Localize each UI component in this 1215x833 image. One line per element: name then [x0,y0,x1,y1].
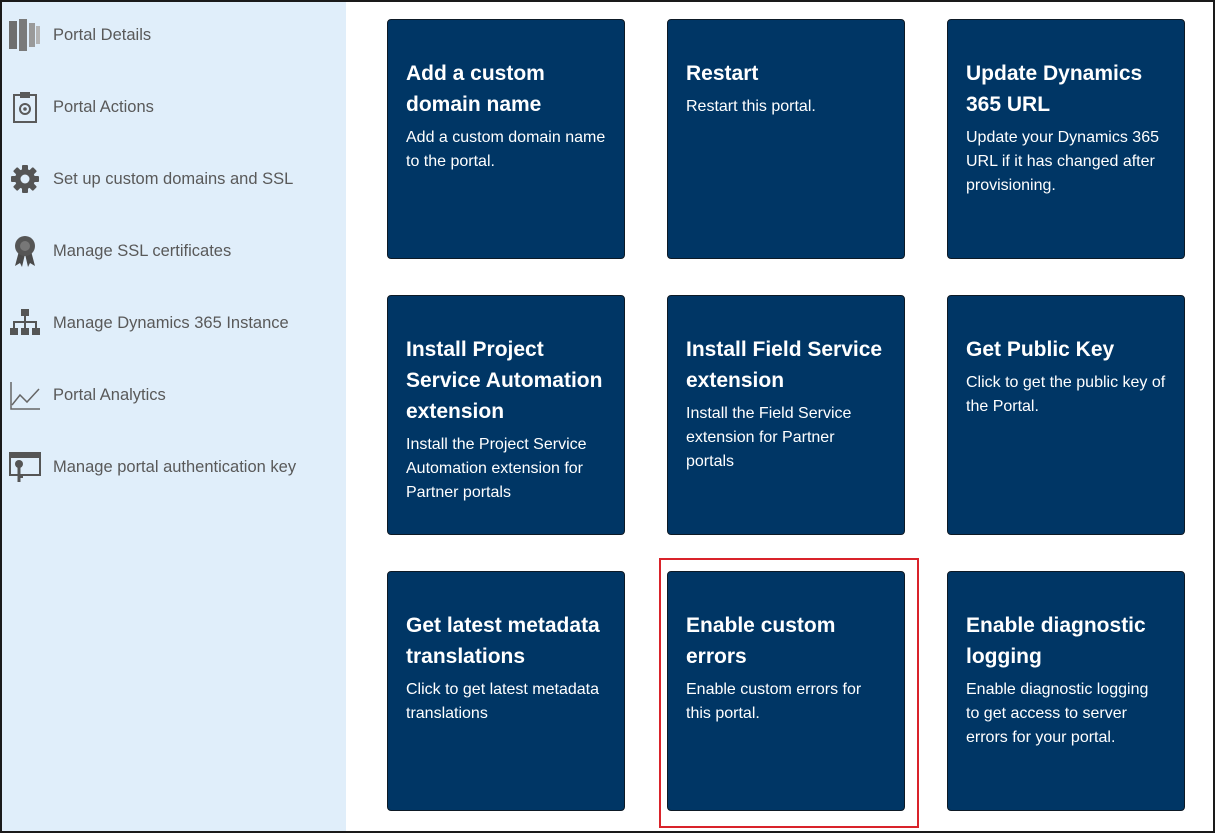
sidebar: Portal Details Portal Actions Set up cus… [2,2,346,831]
tile-title: Update Dynamics 365 URL [966,62,1143,116]
sidebar-item-portal-details[interactable]: Portal Details [8,15,338,55]
tile-title: Get Public Key [966,338,1115,361]
certificate-icon [8,234,42,268]
sidebar-item-label: Portal Actions [53,97,154,116]
sidebar-item-dynamics-instance[interactable]: Manage Dynamics 365 Instance [8,303,338,343]
tile-title: Install Project Service Automation exten… [406,338,603,423]
tile-title: Enable custom errors [686,614,836,668]
hierarchy-icon [8,306,42,340]
key-icon [8,450,42,484]
tile-description: Restart this portal. [686,98,816,115]
tile-description: Add a custom domain name to the portal. [406,129,606,170]
portal-details-icon [8,18,42,52]
tile-description: Install the Project Service Automation e… [406,436,587,501]
tile-title: Get latest metadata translations [406,614,600,668]
sidebar-item-label: Set up custom domains and SSL [53,169,294,188]
sidebar-item-custom-domains[interactable]: Set up custom domains and SSL [8,159,338,199]
tile-description: Enable custom errors for this portal. [686,681,862,722]
tile-description: Install the Field Service extension for … [686,405,852,470]
sidebar-item-label: Portal Analytics [53,385,166,404]
tile-install-field-service[interactable]: Install Field Service extension Install … [667,295,905,535]
tile-title: Add a custom domain name [406,62,545,116]
tile-description: Click to get the public key of the Porta… [966,374,1166,415]
sidebar-item-authentication-key[interactable]: Manage portal authentication key [8,447,338,487]
portal-actions-icon [8,90,42,124]
tile-get-metadata-translations[interactable]: Get latest metadata translations Click t… [387,571,625,811]
tile-enable-custom-errors[interactable]: Enable custom errors Enable custom error… [667,571,905,811]
tile-description: Click to get latest metadata translation… [406,681,599,722]
tile-description: Update your Dynamics 365 URL if it has c… [966,129,1159,194]
tile-update-dynamics-url[interactable]: Update Dynamics 365 URL Update your Dyna… [947,19,1185,259]
sidebar-item-label: Portal Details [53,25,152,44]
tile-restart[interactable]: Restart Restart this portal. [667,19,905,259]
tile-description: Enable diagnostic logging to get access … [966,681,1149,746]
sidebar-item-label: Manage SSL certificates [53,241,232,260]
tile-install-project-service[interactable]: Install Project Service Automation exten… [387,295,625,535]
sidebar-item-portal-actions[interactable]: Portal Actions [8,87,338,127]
sidebar-item-ssl-certificates[interactable]: Manage SSL certificates [8,231,338,271]
analytics-icon [8,378,42,412]
tile-enable-diagnostic-logging[interactable]: Enable diagnostic logging Enable diagnos… [947,571,1185,811]
sidebar-item-portal-analytics[interactable]: Portal Analytics [8,375,338,415]
tile-title: Enable diagnostic logging [966,614,1146,668]
tile-add-custom-domain[interactable]: Add a custom domain name Add a custom do… [387,19,625,259]
tile-title: Install Field Service extension [686,338,883,392]
sidebar-item-label: Manage Dynamics 365 Instance [53,313,289,332]
portal-admin-window: Portal Details Portal Actions Set up cus… [0,0,1215,833]
gear-icon [8,162,42,196]
sidebar-item-label: Manage portal authentication key [53,457,297,476]
tile-title: Restart [686,62,759,85]
tile-get-public-key[interactable]: Get Public Key Click to get the public k… [947,295,1185,535]
